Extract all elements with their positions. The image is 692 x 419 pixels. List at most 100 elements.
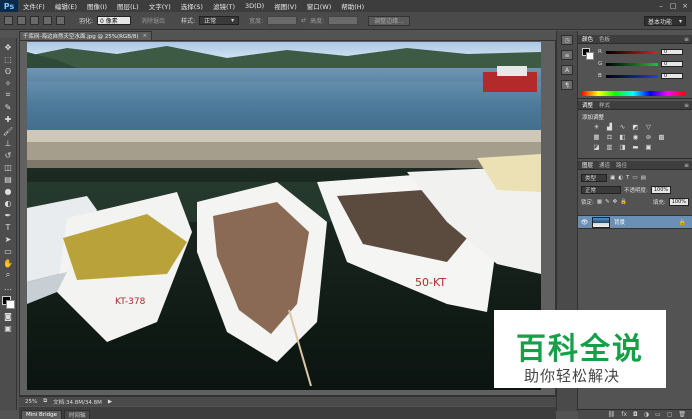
shape-tool-icon[interactable]: ▭ [3,246,14,256]
menu-select[interactable]: 选择(S) [176,1,208,11]
width-input[interactable] [267,16,298,25]
tab-timeline[interactable]: 时间轴 [63,410,91,419]
path-select-tool-icon[interactable]: ➤ [3,234,14,244]
lock-pixels-icon[interactable]: ✎ [605,199,610,205]
status-menu-arrow-icon[interactable]: ▶ [108,399,112,405]
clone-stamp-tool-icon[interactable]: ⊥ [3,138,14,148]
eyedropper-tool-icon[interactable]: ✎ [3,102,14,112]
menu-3d[interactable]: 3D(D) [240,2,269,10]
style-select[interactable]: 正常 ▾ [199,16,240,25]
dodge-tool-icon[interactable]: ◐ [3,198,14,208]
new-adjustment-icon[interactable]: ◑ [644,411,649,418]
paragraph-icon[interactable]: ¶ [561,80,573,90]
gradient-tool-icon[interactable]: ▤ [3,174,14,184]
document-tab[interactable]: 千库网-海边自然天空水面.jpg @ 25%(RGB/8) × [19,31,152,40]
opacity-input[interactable]: 100% [650,185,672,194]
filter-type-icon[interactable]: T [626,175,629,181]
swap-icon[interactable]: ⇄ [301,17,306,24]
refine-edge-button[interactable]: 调整边缘... [368,15,410,26]
healing-brush-tool-icon[interactable]: ✚ [3,114,14,124]
move-tool-icon[interactable]: ✥ [3,42,14,52]
pen-tool-icon[interactable]: ✒ [3,210,14,220]
blue-value[interactable]: 0 [661,73,683,79]
character-icon[interactable]: A [561,65,573,75]
color-lookup-icon[interactable]: ▩ [657,133,666,141]
menu-type[interactable]: 文字(Y) [144,1,176,11]
tab-mini-bridge[interactable]: Mini Bridge [21,410,62,419]
selective-color-icon[interactable]: ▣ [644,143,653,151]
menu-view[interactable]: 视图(V) [269,1,302,11]
menu-layer[interactable]: 图层(L) [112,1,144,11]
brightness-icon[interactable]: ☀ [592,123,601,131]
marquee-tool-icon[interactable]: ⬚ [3,54,14,64]
new-group-icon[interactable]: ▭ [655,411,661,418]
layer-kind-select[interactable]: 类型 [581,173,607,182]
blend-mode-select[interactable]: 正常 [581,185,621,194]
close-icon[interactable]: × [142,33,147,39]
more-tools-icon[interactable]: … [3,282,14,292]
levels-icon[interactable]: ▟ [605,123,614,131]
red-value[interactable]: 0 [661,49,683,55]
background-color-swatch[interactable] [5,300,15,309]
invert-icon[interactable]: ◪ [592,143,601,151]
filter-adjust-icon[interactable]: ◐ [618,175,623,181]
eraser-tool-icon[interactable]: ◫ [3,162,14,172]
menu-window[interactable]: 窗口(W) [302,1,337,11]
filter-shape-icon[interactable]: ▭ [632,175,637,181]
hand-tool-icon[interactable]: ✋ [3,258,14,268]
menu-filter[interactable]: 滤镜(T) [208,1,240,11]
marquee-preset-icon[interactable] [4,16,13,25]
tab-layers[interactable]: 图层 [582,161,593,169]
add-selection-icon[interactable] [30,16,39,25]
lock-position-icon[interactable]: ✥ [613,199,618,205]
antialias-checkbox[interactable]: 消除锯齿 [141,16,165,25]
threshold-icon[interactable]: ◨ [618,143,627,151]
color-spectrum[interactable] [581,91,685,96]
filter-pixel-icon[interactable]: ▣ [610,175,615,181]
layer-row-background[interactable]: 👁 背景 🔒 [578,215,692,229]
history-brush-tool-icon[interactable]: ↺ [3,150,14,160]
tab-swatches[interactable]: 色板 [599,35,610,43]
color-swatches[interactable] [1,296,15,309]
height-input[interactable] [328,16,359,25]
lasso-tool-icon[interactable]: ʘ [3,66,14,76]
intersect-selection-icon[interactable] [56,16,65,25]
magic-wand-tool-icon[interactable]: ✧ [3,78,14,88]
tab-paths[interactable]: 路径 [616,161,627,169]
brush-tool-icon[interactable]: 🖌 [3,126,14,136]
menu-help[interactable]: 帮助(H) [336,1,369,11]
color-balance-icon[interactable]: ⚖ [605,133,614,141]
tab-adjustments[interactable]: 调整 [582,101,593,109]
filter-smart-icon[interactable]: ▤ [641,175,646,181]
lock-transparency-icon[interactable]: ▦ [597,199,602,205]
add-mask-icon[interactable]: ◘ [633,411,638,418]
zoom-tool-icon[interactable]: ⌕ [3,270,14,280]
screen-mode-icon[interactable]: ▣ [3,323,14,333]
document-photo[interactable]: KT-378 50-KT [27,42,541,390]
minimize-icon[interactable]: – [656,1,666,10]
layer-style-icon[interactable]: fx [621,411,627,418]
blue-slider[interactable] [606,74,658,78]
maximize-icon[interactable]: □ [668,1,678,10]
gradient-map-icon[interactable]: ▬ [631,143,640,151]
lock-all-icon[interactable]: 🔒 [620,199,627,205]
menu-file[interactable]: 文件(F) [18,1,50,11]
tab-color[interactable]: 颜色 [582,35,593,43]
photo-filter-icon[interactable]: ◉ [631,133,640,141]
quick-mask-icon[interactable]: ◙ [3,311,14,321]
hue-saturation-icon[interactable]: ▦ [592,133,601,141]
panel-menu-icon[interactable]: ≡ [684,102,689,109]
tab-styles[interactable]: 样式 [599,101,610,109]
history-icon[interactable]: ◷ [561,35,573,45]
close-icon[interactable]: × [680,1,690,10]
tab-channels[interactable]: 通道 [599,161,610,169]
green-value[interactable]: 0 [661,61,683,67]
blur-tool-icon[interactable]: ● [3,186,14,196]
black-white-icon[interactable]: ◧ [618,133,627,141]
panel-menu-icon[interactable]: ≡ [684,36,689,43]
delete-layer-icon[interactable]: 🗑 [678,411,686,418]
workspace-select[interactable]: 基本功能 ▾ [644,16,686,26]
crop-tool-icon[interactable]: ⌗ [3,90,14,100]
subtract-selection-icon[interactable] [43,16,52,25]
red-slider[interactable] [606,50,658,54]
